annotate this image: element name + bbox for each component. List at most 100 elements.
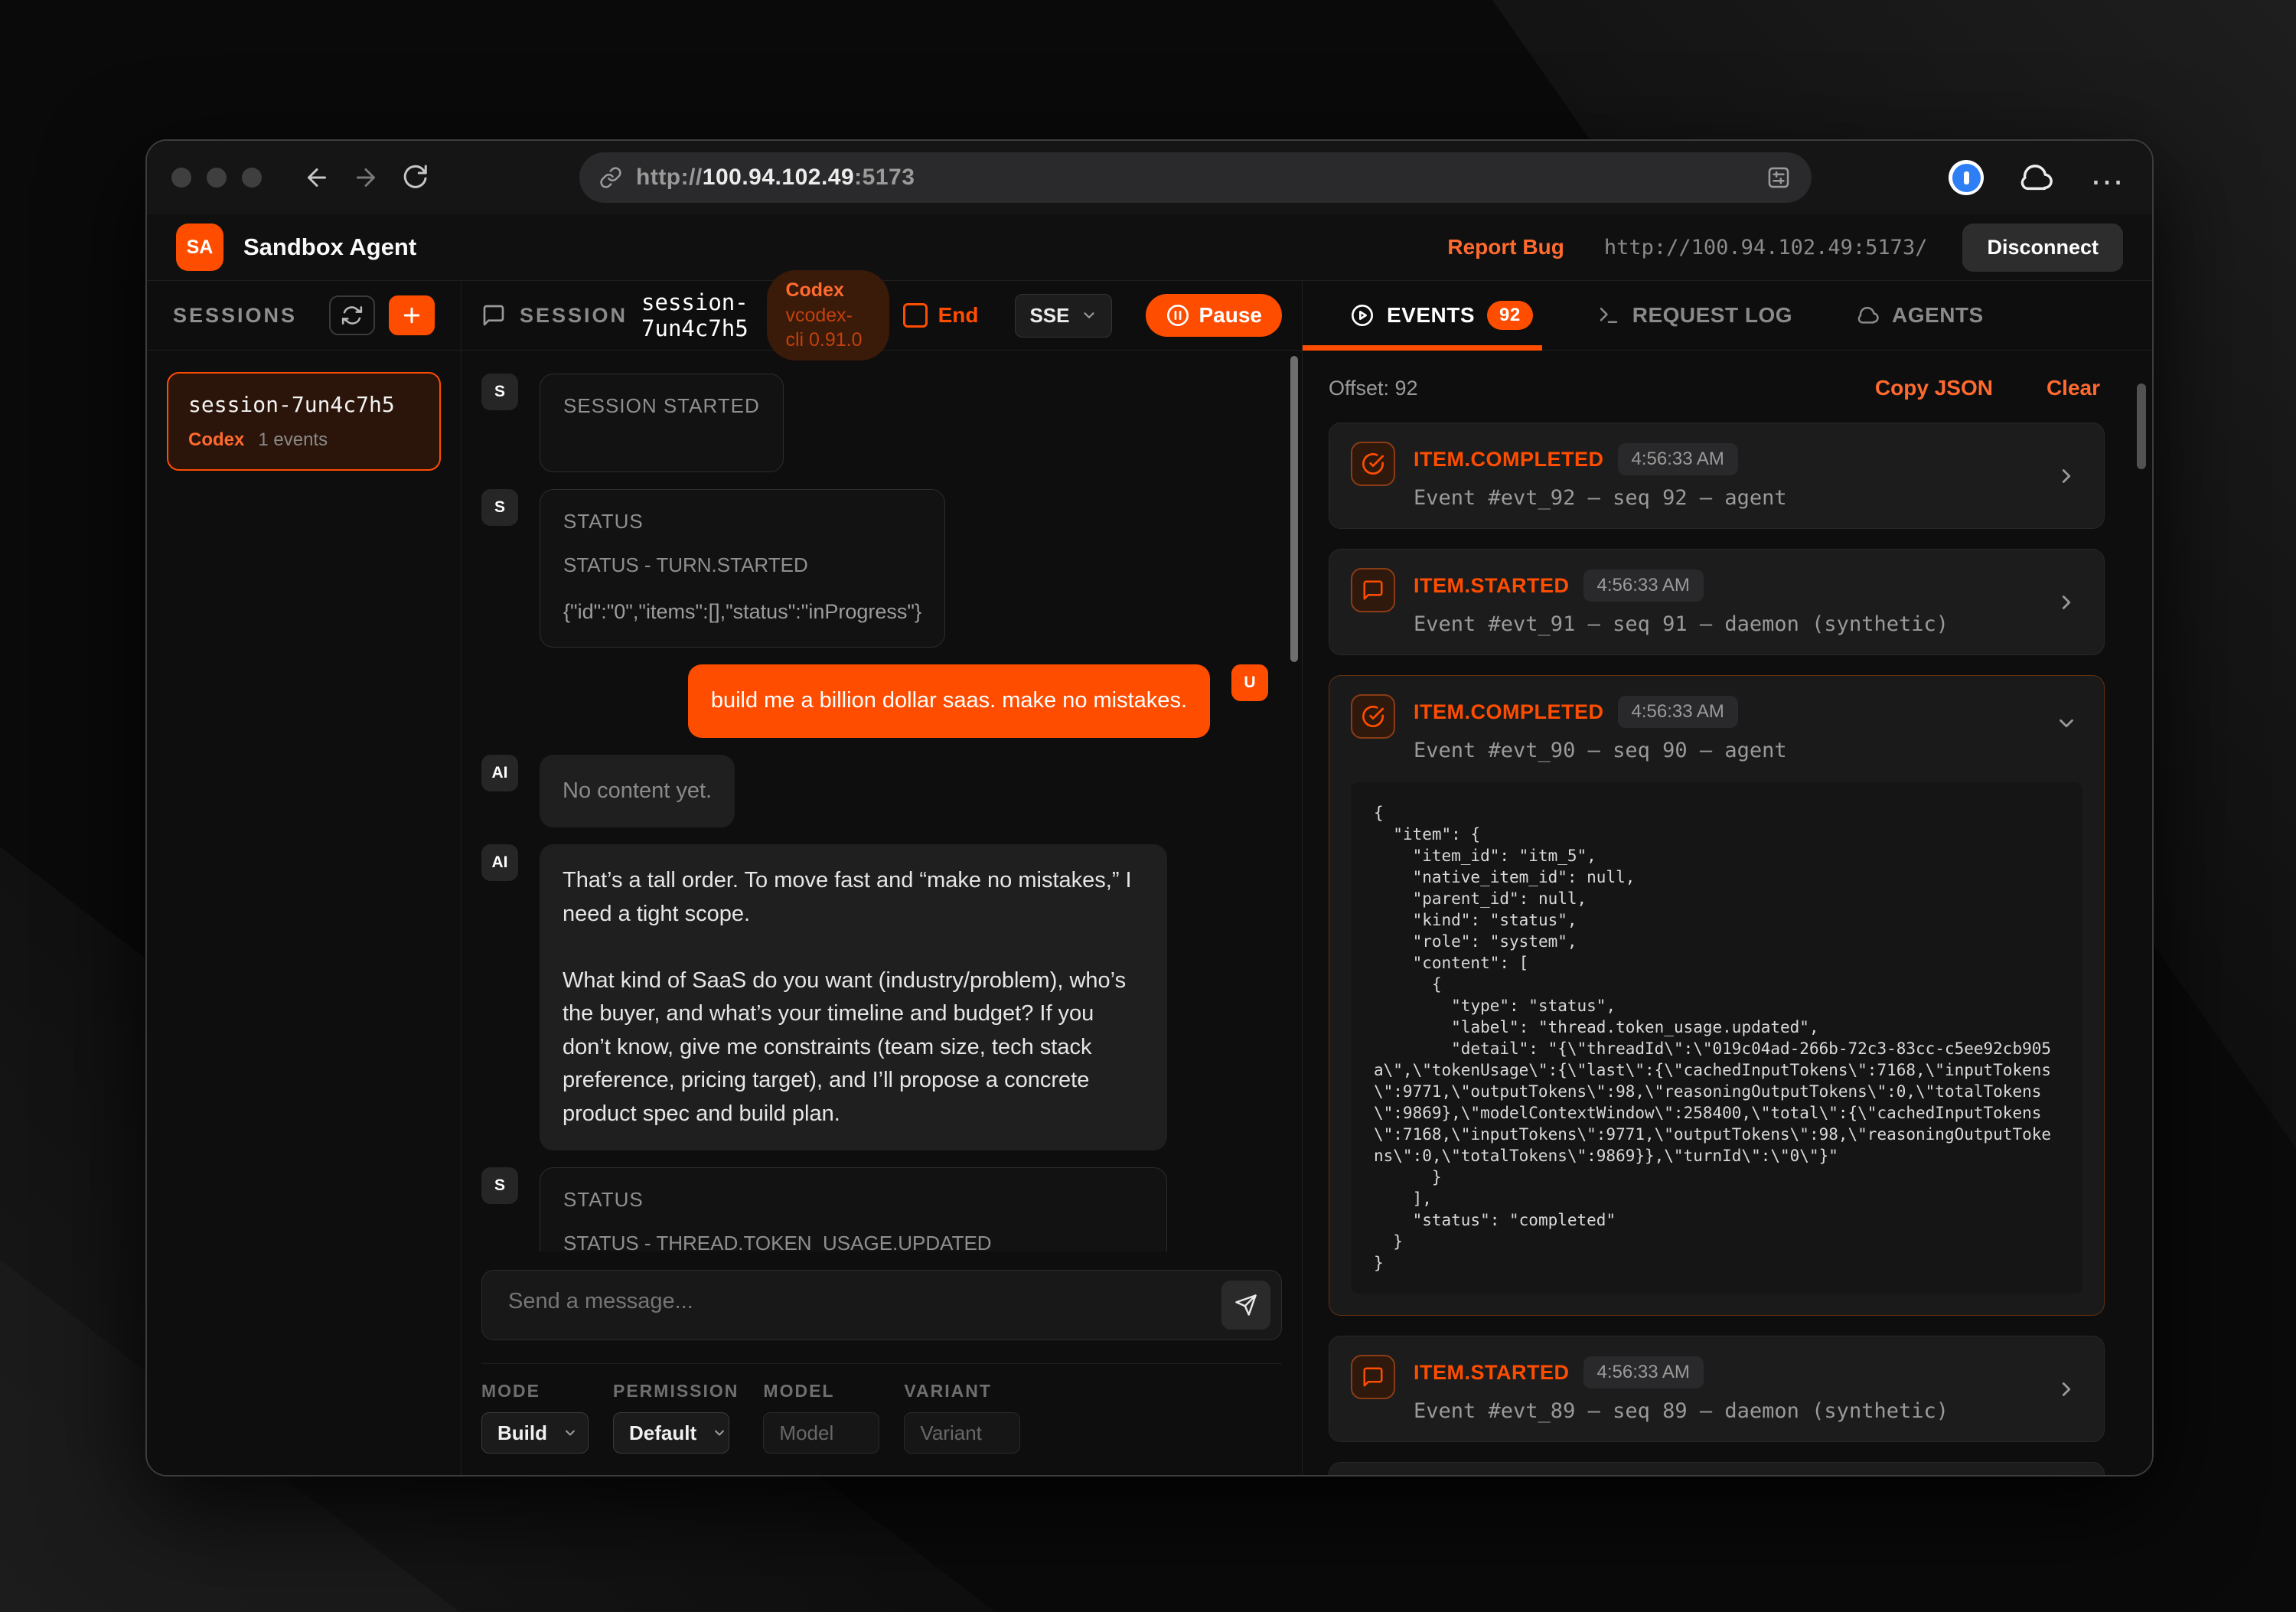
report-bug-link[interactable]: Report Bug	[1443, 234, 1568, 260]
message-input[interactable]: Send a message...	[481, 1270, 1282, 1340]
events-scrollbar[interactable]	[2137, 383, 2146, 469]
event-type: ITEM.STARTED	[1414, 1361, 1570, 1385]
message-bubble: STATUS STATUS - TURN.STARTED {"id":"0","…	[540, 489, 945, 648]
add-session-button[interactable]	[389, 295, 435, 335]
chat-scrollbar[interactable]	[1290, 356, 1298, 662]
session-item-agent: Codex	[188, 429, 244, 451]
session-item-count: 1 events	[258, 429, 328, 451]
session-item-name: session-7un4c7h5	[188, 392, 419, 417]
chat-message: S SESSION STARTED	[481, 374, 1268, 472]
event-card[interactable]: ITEM.COMPLETED 4:56:33 AM Event #evt_92 …	[1329, 423, 2105, 529]
chat-message: S STATUS STATUS - TURN.STARTED {"id":"0"…	[481, 489, 1268, 648]
tab-request-log[interactable]: REQUEST LOG	[1593, 281, 1797, 350]
tab-agents[interactable]: AGENTS	[1852, 281, 1988, 350]
app-logo: SA	[176, 224, 223, 271]
message-list: S SESSION STARTED S STATUS STATUS - TURN…	[461, 351, 1302, 1251]
play-circle-icon	[1350, 303, 1375, 328]
event-card[interactable]: ITEM.COMPLETED 4:56:33 AM Event #evt_90 …	[1329, 675, 2105, 1316]
event-json: { "item": { "item_id": "itm_5", "native_…	[1351, 782, 2082, 1294]
close-window-button[interactable]	[171, 168, 191, 188]
check-circle-icon	[1361, 704, 1385, 729]
end-checkbox[interactable]	[903, 303, 928, 328]
message-input-placeholder: Send a message...	[508, 1289, 693, 1313]
window-controls[interactable]	[171, 168, 262, 188]
message-bubble: build me a billion dollar saas. make no …	[688, 664, 1210, 738]
refresh-sessions-button[interactable]	[329, 295, 375, 335]
back-icon[interactable]	[303, 164, 331, 191]
events-count-badge: 92	[1487, 301, 1533, 330]
message-subtitle: STATUS - TURN.STARTED	[563, 553, 921, 577]
chevron-down-icon	[1081, 307, 1097, 324]
event-subtitle: Event #evt_90 – seq 90 – agent	[1414, 739, 1787, 762]
browser-toolbar: http://100.94.102.49:5173 …	[147, 141, 2152, 214]
maximize-window-button[interactable]	[242, 168, 262, 188]
events-list: Offset: 92 Copy JSON Clear ITEM.COMPLETE…	[1303, 351, 2152, 1475]
message-text: No content yet.	[563, 775, 712, 808]
server-url: http://100.94.102.49:5173/	[1604, 236, 1928, 259]
chevron-right-icon[interactable]	[2050, 1377, 2082, 1402]
event-card[interactable]: ITEM.STARTED 4:56:33 AM Event #evt_91 – …	[1329, 549, 2105, 655]
session-list-item[interactable]: session-7un4c7h5 Codex 1 events	[167, 372, 441, 471]
more-menu-icon[interactable]: …	[2089, 165, 2128, 180]
check-circle-icon	[1361, 452, 1385, 476]
chat-message: build me a billion dollar saas. make no …	[481, 664, 1268, 738]
event-time: 4:56:33 AM	[1618, 443, 1738, 475]
message-title: SESSION STARTED	[563, 394, 760, 418]
address-bar[interactable]: http://100.94.102.49:5173	[579, 152, 1812, 203]
end-label[interactable]: End	[938, 303, 979, 328]
message-title: STATUS	[563, 1188, 1143, 1212]
event-time: 4:56:33 AM	[1583, 569, 1704, 602]
disconnect-button[interactable]: Disconnect	[1962, 224, 2123, 272]
forward-icon[interactable]	[352, 164, 380, 191]
event-type: ITEM.STARTED	[1414, 574, 1570, 598]
terminal-icon	[1597, 304, 1620, 327]
event-subtitle: Event #evt_92 – seq 92 – agent	[1414, 486, 1787, 510]
app-header: SA Sandbox Agent Report Bug http://100.9…	[147, 214, 2152, 281]
app-title: Sandbox Agent	[243, 233, 416, 261]
transport-select[interactable]: SSE	[1015, 294, 1111, 338]
chat-bubble-icon	[1362, 1366, 1384, 1388]
reload-icon[interactable]	[401, 164, 429, 191]
permission-label: PERMISSION	[613, 1381, 739, 1402]
event-type: ITEM.COMPLETED	[1414, 448, 1604, 472]
event-card[interactable]: ITEM.COMPLETED 4:56:33 AM Event #evt_88 …	[1329, 1462, 2105, 1475]
minimize-window-button[interactable]	[207, 168, 227, 188]
pause-button[interactable]: Pause	[1146, 294, 1283, 337]
chevron-right-icon[interactable]	[2050, 590, 2082, 615]
chevron-right-icon[interactable]	[2050, 464, 2082, 488]
clear-button[interactable]: Clear	[2042, 375, 2105, 401]
send-button[interactable]	[1221, 1281, 1270, 1330]
message-title: STATUS	[563, 510, 921, 534]
agent-badge: Codex vcodex-cli 0.91.0	[767, 270, 889, 361]
chat-message: S STATUS STATUS - THREAD.TOKEN_USAGE.UPD…	[481, 1167, 1268, 1251]
password-manager-icon[interactable]	[1949, 160, 1984, 195]
chat-bubble-icon	[481, 303, 506, 328]
chat-message: AI That’s a tall order. To move fast and…	[481, 844, 1268, 1150]
chat-panel: SESSION session-7un4c7h5 Codex vcodex-cl…	[461, 281, 1303, 1475]
cloud-download-icon[interactable]	[2019, 160, 2054, 195]
session-name: session-7un4c7h5	[641, 289, 753, 341]
model-label: MODEL	[763, 1381, 879, 1402]
model-input[interactable]: Model	[763, 1412, 879, 1454]
url-text: http://100.94.102.49:5173	[636, 165, 915, 191]
chevron-down-icon	[712, 1425, 727, 1441]
composer: Send a message... MODE Build	[461, 1251, 1302, 1475]
mode-select[interactable]: Build	[481, 1412, 589, 1454]
sliders-icon[interactable]	[1766, 165, 1792, 191]
send-icon	[1234, 1294, 1257, 1317]
chevron-down-icon	[563, 1425, 578, 1441]
agent-config-row: MODE Build PERMISSION Default	[481, 1363, 1282, 1475]
chat-bubble-icon	[1362, 579, 1384, 602]
copy-json-button[interactable]: Copy JSON	[1870, 375, 1998, 401]
session-header: SESSION session-7un4c7h5 Codex vcodex-cl…	[461, 281, 1302, 351]
tab-events[interactable]: EVENTS 92	[1345, 281, 1538, 350]
mode-label: MODE	[481, 1381, 589, 1402]
avatar: AI	[481, 844, 518, 881]
avatar: S	[481, 489, 518, 526]
permission-select[interactable]: Default	[613, 1412, 729, 1454]
sandbox-agent-app: SA Sandbox Agent Report Bug http://100.9…	[147, 214, 2152, 1475]
sessions-sidebar: SESSIONS session-7un4c7h5 Codex 1 events	[147, 281, 461, 1475]
event-card[interactable]: ITEM.STARTED 4:56:33 AM Event #evt_89 – …	[1329, 1336, 2105, 1442]
variant-input[interactable]: Variant	[904, 1412, 1020, 1454]
chevron-down-icon[interactable]	[2050, 711, 2082, 736]
